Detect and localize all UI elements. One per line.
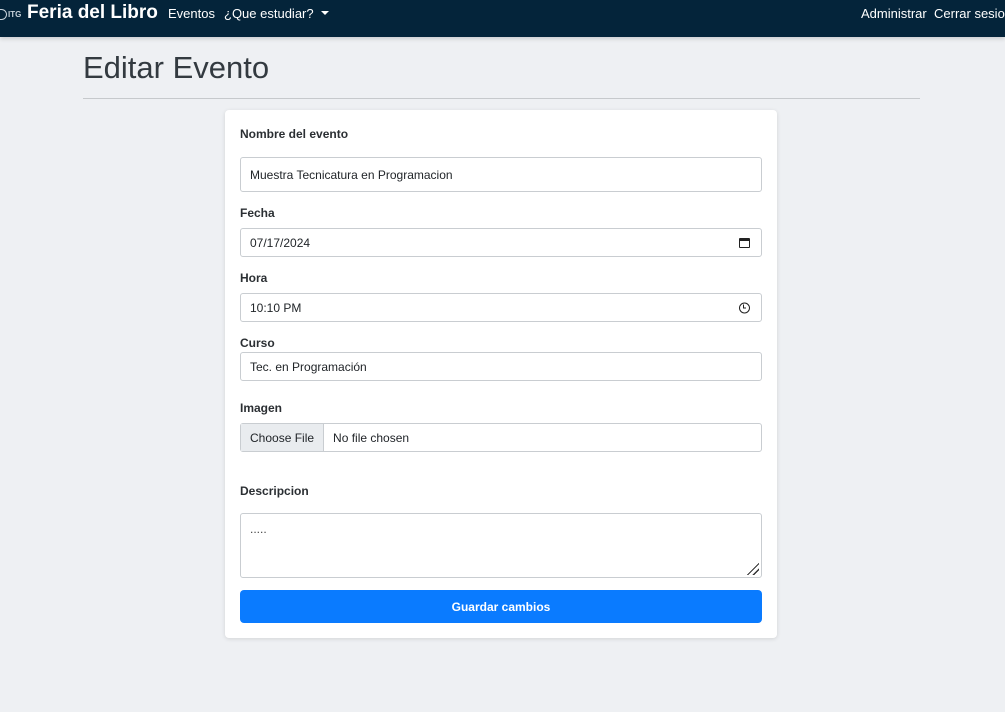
resize-handle-icon[interactable] [747,563,759,575]
guardar-cambios-button[interactable]: Guardar cambios [240,590,762,623]
imagen-label: Imagen [240,401,283,415]
hora-value: 10:10 PM [250,300,302,315]
nav-administrar[interactable]: Administrar [861,6,927,21]
nav-que-estudiar-dropdown[interactable]: ¿Que estudiar? [224,6,329,21]
hora-input[interactable]: 10:10 PM [240,293,762,322]
hora-label: Hora [240,271,268,285]
logo-mark-icon [0,8,7,20]
logo-text: ITG [8,9,22,19]
nav-que-estudiar-label: ¿Que estudiar? [224,6,314,21]
title-divider [83,98,920,99]
fecha-value: 07/17/2024 [250,235,311,250]
calendar-icon[interactable] [739,237,750,248]
curso-label: Curso [240,336,275,350]
curso-input[interactable]: Tec. en Programación [240,352,762,381]
descripcion-label: Descripcion [240,484,309,498]
descripcion-value: ..... [250,522,267,536]
curso-value: Tec. en Programación [250,359,367,374]
clock-icon[interactable] [739,302,750,313]
file-status: No file chosen [333,430,410,445]
navbar: ITG Feria del Libro Eventos ¿Que estudia… [0,0,1005,37]
logo[interactable]: ITG [0,7,21,21]
nombre-value: Muestra Tecnicatura en Programacion [250,167,453,182]
fecha-input[interactable]: 07/17/2024 [240,228,762,257]
page-title: Editar Evento [83,50,270,85]
caret-down-icon [320,11,329,15]
imagen-file-input[interactable]: Choose File No file chosen [240,423,762,452]
edit-event-form: Nombre del evento Muestra Tecnicatura en… [225,110,777,638]
brand-link[interactable]: Feria del Libro [27,2,158,24]
nombre-input[interactable]: Muestra Tecnicatura en Programacion [240,157,762,192]
nav-eventos[interactable]: Eventos [168,6,215,21]
descripcion-textarea[interactable]: ..... [240,513,762,578]
nombre-label: Nombre del evento [240,127,349,141]
nav-cerrar-sesion[interactable]: Cerrar sesion [934,6,1005,21]
fecha-label: Fecha [240,206,275,220]
choose-file-button[interactable]: Choose File [241,424,325,451]
